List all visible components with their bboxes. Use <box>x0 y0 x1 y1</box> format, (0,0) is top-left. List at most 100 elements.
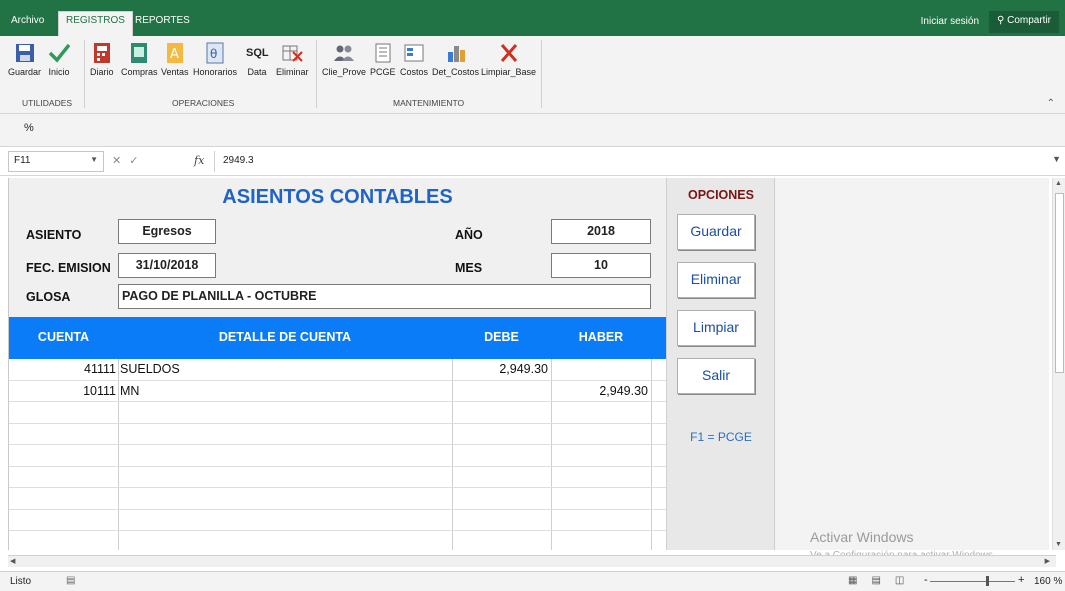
glosa-label: GLOSA <box>26 290 71 304</box>
compras-icon <box>128 42 150 64</box>
table-row[interactable] <box>9 445 666 467</box>
page-title: ASIENTOS CONTABLES <box>222 186 453 208</box>
quick-access-bar: % <box>0 114 1065 146</box>
expand-formula-icon[interactable]: ▼ <box>1052 154 1061 164</box>
sql-icon: SQL <box>246 47 269 59</box>
diario-ribbon-button[interactable]: Diario <box>90 42 114 77</box>
page-layout-icon[interactable]: ▤ <box>871 575 894 586</box>
table-row[interactable] <box>9 467 666 488</box>
tab-registros[interactable]: REGISTROS <box>58 11 133 36</box>
anio-field[interactable]: 2018 <box>551 219 651 244</box>
percent-format-button[interactable]: % <box>24 122 34 134</box>
collapse-ribbon-icon[interactable]: ⌃ <box>1047 98 1055 109</box>
col-header-detalle: DETALLE DE CUENTA <box>218 330 352 344</box>
horizontal-scrollbar[interactable]: ◀ ▶ <box>8 555 1056 567</box>
eliminar-ribbon-button[interactable]: Eliminar <box>276 42 309 77</box>
data-ribbon-label: Data <box>247 67 267 77</box>
eliminar-button[interactable]: Eliminar <box>677 262 755 298</box>
salir-button[interactable]: Salir <box>677 358 755 394</box>
table-row[interactable] <box>9 488 666 510</box>
cancel-icon[interactable]: ✕ <box>112 155 129 167</box>
zoom-slider[interactable] <box>930 581 1015 582</box>
group-label-operaciones: OPERACIONES <box>172 98 235 108</box>
formula-bar: F11 ▼ ✕✓ fx 2949.3 ▼ <box>0 146 1065 176</box>
delete-table-icon <box>281 42 303 64</box>
table-row[interactable] <box>9 510 666 531</box>
enter-check-icon[interactable]: ✓ <box>129 155 146 167</box>
cell-detalle: SUELDOS <box>120 362 180 376</box>
cell-haber: 2,949.30 <box>599 383 648 398</box>
mes-field[interactable]: 10 <box>551 253 651 278</box>
group-label-utilidades: UTILIDADES <box>22 98 73 108</box>
costos-ribbon-button[interactable]: Costos <box>400 42 428 77</box>
glosa-field[interactable]: PAGO DE PLANILLA - OCTUBRE <box>118 284 651 309</box>
check-icon <box>48 42 71 64</box>
det-costos-ribbon-label: Det_Costos <box>432 67 480 77</box>
data-ribbon-button[interactable]: SQL Data <box>246 42 269 77</box>
tab-archivo[interactable]: Archivo <box>4 12 51 36</box>
table-row[interactable] <box>9 424 666 445</box>
scroll-left-icon[interactable]: ◀ <box>10 557 15 565</box>
ventas-ribbon-button[interactable]: A Ventas <box>161 42 189 77</box>
col-header-cuenta: CUENTA <box>37 330 90 344</box>
status-ready: Listo <box>10 576 32 587</box>
table-row[interactable] <box>9 402 666 424</box>
limpiar-base-ribbon-button[interactable]: Limpiar_Base <box>481 42 536 77</box>
ribbon-separator <box>541 40 542 108</box>
fec-emision-field[interactable]: 31/10/2018 <box>118 253 216 278</box>
clie-prove-ribbon-label: Clie_Prove <box>322 67 367 77</box>
normal-view-icon[interactable]: ▦ <box>848 575 871 586</box>
eliminar-ribbon-label: Eliminar <box>276 67 309 77</box>
scroll-right-icon[interactable]: ▶ <box>1045 557 1050 565</box>
det-costos-ribbon-button[interactable]: Det_Costos <box>432 42 479 77</box>
svg-text:θ: θ <box>210 47 217 61</box>
vertical-scrollbar[interactable]: ▲ ▼ <box>1052 178 1065 550</box>
clear-x-icon <box>498 42 520 64</box>
cell-debe: 2,949.30 <box>499 362 548 376</box>
svg-text:A: A <box>170 47 179 62</box>
zoom-in-button[interactable]: + <box>1018 574 1024 586</box>
excel-window: Archivo REGISTROS REPORTES Iniciar sesió… <box>0 0 1065 591</box>
scroll-thumb[interactable] <box>1055 193 1064 373</box>
scroll-down-icon[interactable]: ▼ <box>1055 541 1062 548</box>
pcge-ribbon-label: PCGE <box>370 67 396 77</box>
zoom-out-button[interactable]: - <box>924 574 928 586</box>
compras-ribbon-button[interactable]: Compras <box>121 42 158 77</box>
formula-input[interactable]: 2949.3 <box>214 151 1056 172</box>
cell-detalle: MN <box>120 383 140 398</box>
name-box-value: F11 <box>14 155 31 166</box>
view-buttons: ▦▤◫ <box>848 575 918 586</box>
mes-label: MES <box>455 261 483 275</box>
asiento-field[interactable]: Egresos <box>118 219 216 244</box>
clie-prove-ribbon-button[interactable]: Clie_Prove <box>322 42 366 77</box>
scroll-up-icon[interactable]: ▲ <box>1055 180 1062 187</box>
options-title: OPCIONES <box>688 188 754 202</box>
ribbon-tab-bar: Archivo REGISTROS REPORTES Iniciar sesió… <box>0 0 1065 36</box>
inicio-ribbon-button[interactable]: Inicio <box>48 42 71 77</box>
anio-label: AÑO <box>455 228 483 242</box>
diario-ribbon-label: Diario <box>90 67 114 77</box>
insert-function-icon[interactable]: fx <box>194 154 204 167</box>
tab-reportes[interactable]: REPORTES <box>128 12 197 36</box>
costos-ribbon-label: Costos <box>400 67 429 77</box>
guardar-ribbon-button[interactable]: Guardar <box>8 42 41 77</box>
macro-record-icon[interactable]: ▤ <box>66 575 75 586</box>
chevron-down-icon[interactable]: ▼ <box>90 155 98 164</box>
f1-hint: F1 = PCGE <box>690 430 752 444</box>
guardar-button[interactable]: Guardar <box>677 214 755 250</box>
table-row[interactable]: 10111 MN 2,949.30 <box>9 381 666 402</box>
zoom-level[interactable]: 160 % <box>1034 576 1062 587</box>
page-break-icon[interactable]: ◫ <box>895 575 918 586</box>
ribbon-separator <box>84 40 85 108</box>
col-header-debe: DEBE <box>484 330 519 344</box>
ventas-ribbon-label: Ventas <box>161 67 189 77</box>
share-button[interactable]: ⚲ Compartir <box>988 11 1059 33</box>
limpiar-button[interactable]: Limpiar <box>677 310 755 346</box>
signin-link[interactable]: Iniciar sesión <box>921 16 979 27</box>
table-row[interactable]: 41111 SUELDOS 2,949.30 <box>9 359 666 381</box>
pcge-ribbon-button[interactable]: PCGE <box>370 42 396 77</box>
zoom-slider-thumb[interactable] <box>986 576 989 586</box>
name-box[interactable]: F11 ▼ <box>8 151 104 172</box>
honorarios-ribbon-button[interactable]: θ Honorarios <box>193 42 237 77</box>
guardar-ribbon-label: Guardar <box>8 67 42 77</box>
